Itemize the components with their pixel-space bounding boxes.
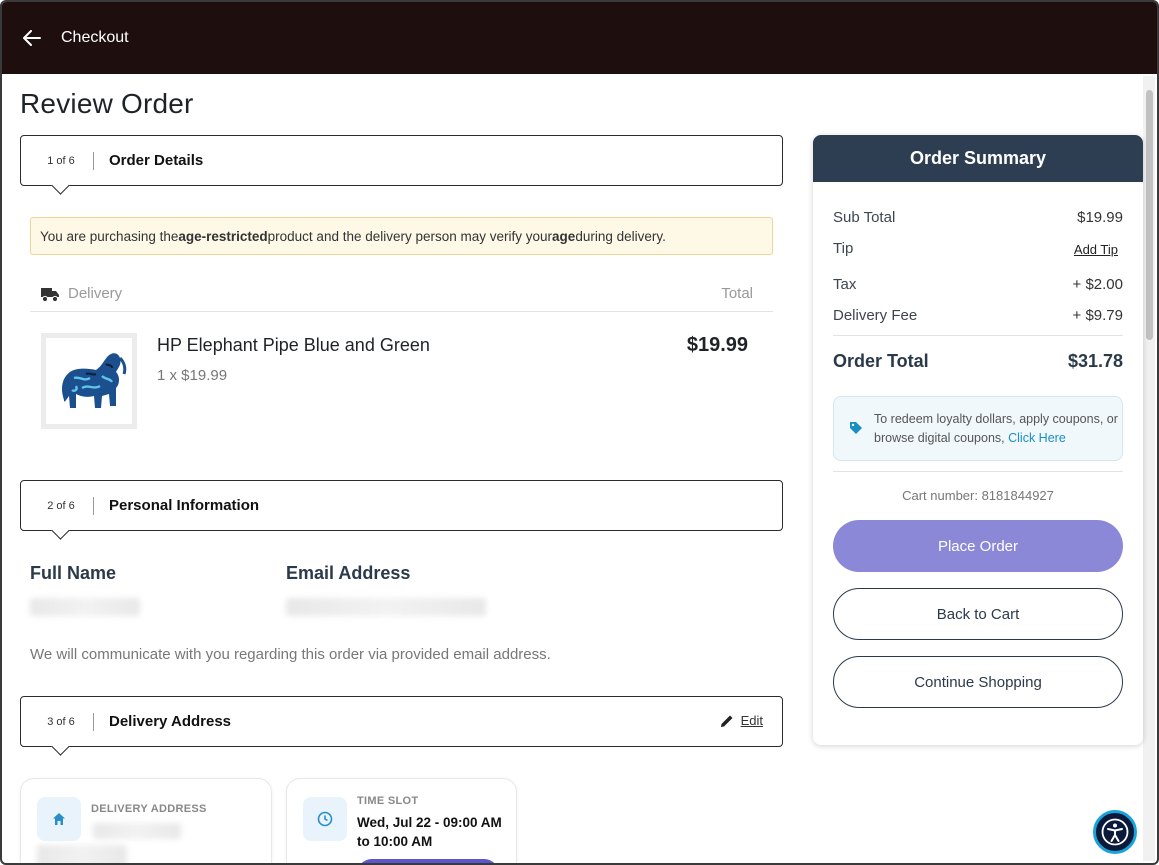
order-summary-title: Order Summary bbox=[813, 135, 1143, 182]
delivery-fee-row: Delivery Fee + $9.79 bbox=[833, 307, 1123, 324]
home-icon bbox=[37, 797, 81, 841]
add-tip-link[interactable]: Add Tip bbox=[1074, 242, 1118, 257]
tax-label: Tax bbox=[833, 276, 857, 293]
notice-text: You are purchasing the bbox=[40, 228, 179, 244]
order-summary-panel: Order Summary Sub Total $19.99 Tip Add T… bbox=[813, 135, 1143, 745]
edit-address-link[interactable]: Edit bbox=[720, 713, 763, 728]
communication-note: We will communicate with you regarding t… bbox=[30, 646, 551, 663]
tax-value: + $2.00 bbox=[1072, 276, 1123, 293]
email-address-label: Email Address bbox=[286, 563, 411, 583]
section-title: Order Details bbox=[109, 152, 204, 169]
delivery-truck-icon bbox=[40, 285, 60, 303]
delivery-label: Delivery bbox=[68, 285, 123, 302]
pencil-icon bbox=[720, 715, 733, 727]
full-name-label: Full Name bbox=[30, 563, 117, 583]
clock-icon bbox=[303, 797, 347, 841]
notice-bold: age-restricted bbox=[178, 228, 268, 244]
arrow-left-icon[interactable] bbox=[22, 28, 42, 48]
section-order-details[interactable]: 1 of 6 Order Details bbox=[20, 135, 783, 186]
tag-icon bbox=[849, 421, 863, 440]
delivery-address-card: DELIVERY ADDRESS bbox=[20, 778, 272, 863]
tip-row: Tip Add Tip bbox=[833, 240, 1123, 257]
scrollbar-thumb[interactable] bbox=[1146, 90, 1153, 340]
full-name-value-redacted bbox=[30, 598, 140, 616]
delivery-table-header: Delivery Total bbox=[30, 276, 773, 312]
section-title: Personal Information bbox=[109, 497, 260, 514]
delivery-fee-label: Delivery Fee bbox=[833, 307, 918, 324]
notice-text: during delivery. bbox=[575, 228, 666, 244]
sub-total-value: $19.99 bbox=[1077, 209, 1123, 226]
product-image bbox=[41, 333, 137, 429]
loyalty-message: To redeem loyalty dollars, apply coupons… bbox=[874, 412, 1118, 445]
order-total-value: $31.78 bbox=[1067, 351, 1123, 371]
divider bbox=[833, 471, 1123, 472]
time-slot-label: TIME SLOT bbox=[357, 795, 419, 807]
page-title: Review Order bbox=[20, 88, 194, 119]
product-quantity: 1 x $19.99 bbox=[157, 367, 228, 384]
age-restriction-notice: You are purchasing the age-restricted pr… bbox=[30, 217, 773, 255]
product-name[interactable]: HP Elephant Pipe Blue and Green bbox=[157, 335, 430, 356]
step-number: 1 of 6 bbox=[47, 154, 75, 167]
tip-label: Tip bbox=[833, 240, 854, 257]
accessibility-icon[interactable] bbox=[1093, 810, 1137, 854]
loyalty-coupons-box: To redeem loyalty dollars, apply coupons… bbox=[833, 396, 1123, 461]
top-bar: Checkout bbox=[2, 2, 1157, 74]
divider bbox=[93, 496, 94, 515]
change-time-slot-button[interactable] bbox=[357, 859, 499, 863]
divider bbox=[833, 335, 1123, 336]
divider bbox=[93, 712, 94, 731]
section-delivery-address[interactable]: 3 of 6 Delivery Address Edit bbox=[20, 696, 783, 747]
cart-number: Cart number: 8181844927 bbox=[902, 488, 1054, 503]
topbar-title: Checkout bbox=[61, 29, 129, 46]
total-label: Total bbox=[721, 285, 753, 302]
time-slot-card: TIME SLOT Wed, Jul 22 - 09:00 AM to 10:0… bbox=[286, 778, 517, 863]
place-order-button[interactable]: Place Order bbox=[833, 520, 1123, 572]
sub-total-label: Sub Total bbox=[833, 209, 896, 226]
product-price: $19.99 bbox=[686, 334, 748, 356]
notice-text: product and the delivery person may veri… bbox=[267, 228, 553, 244]
edit-label: Edit bbox=[740, 713, 763, 728]
delivery-fee-value: + $9.79 bbox=[1072, 307, 1123, 324]
tax-row: Tax + $2.00 bbox=[833, 276, 1123, 293]
email-value-redacted bbox=[286, 598, 486, 616]
delivery-address-label: DELIVERY ADDRESS bbox=[91, 803, 207, 815]
browser-frame: Checkout Review Order 1 of 6 Order Detai… bbox=[0, 0, 1159, 865]
step-number: 3 of 6 bbox=[47, 715, 75, 728]
divider bbox=[93, 151, 94, 170]
order-total-row: Order Total $31.78 bbox=[833, 351, 1123, 372]
back-to-cart-button[interactable]: Back to Cart bbox=[833, 588, 1123, 640]
loyalty-text: To redeem loyalty dollars, apply coupons… bbox=[874, 410, 1122, 448]
address-line-redacted bbox=[37, 845, 127, 863]
section-personal-information[interactable]: 2 of 6 Personal Information bbox=[20, 480, 783, 531]
continue-shopping-button[interactable]: Continue Shopping bbox=[833, 656, 1123, 708]
notice-bold: age bbox=[552, 228, 576, 244]
click-here-link[interactable]: Click Here bbox=[1008, 431, 1066, 445]
time-slot-value: Wed, Jul 22 - 09:00 AM to 10:00 AM bbox=[357, 815, 502, 849]
order-total-label: Order Total bbox=[833, 351, 929, 371]
address-value-redacted bbox=[93, 823, 181, 839]
step-number: 2 of 6 bbox=[47, 499, 75, 512]
sub-total-row: Sub Total $19.99 bbox=[833, 209, 1123, 226]
section-title: Delivery Address bbox=[109, 713, 232, 730]
